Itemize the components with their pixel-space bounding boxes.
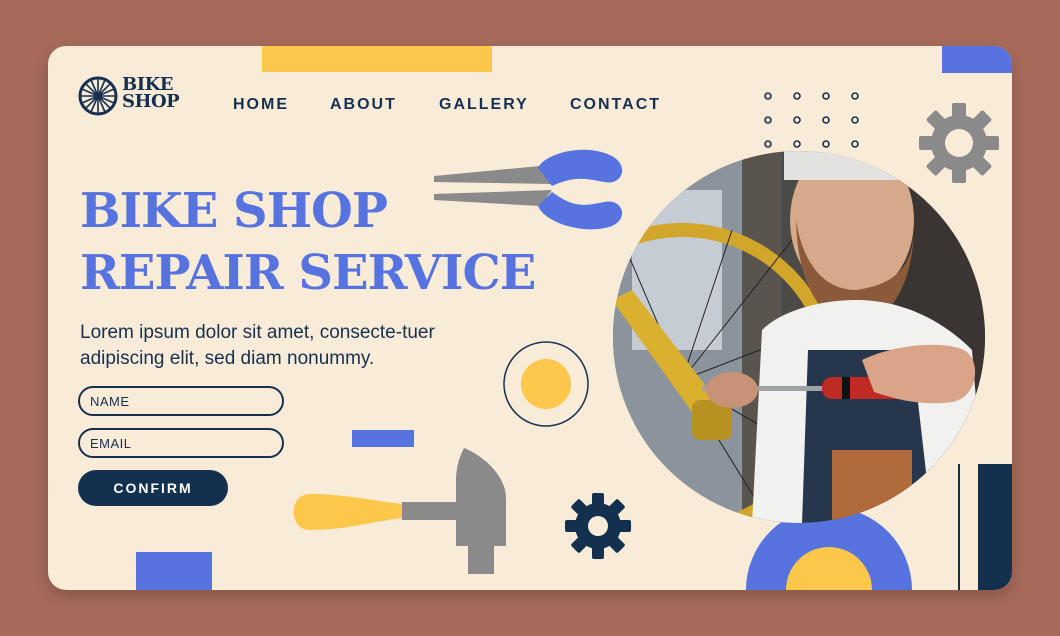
nav-home[interactable]: HOME <box>233 96 289 114</box>
hammer-icon <box>293 448 506 574</box>
brand-logo[interactable]: BIKE SHOP <box>78 76 198 116</box>
confirm-button[interactable]: CONFIRM <box>78 470 228 506</box>
hero-title-line2: REPAIR SERVICE <box>80 245 536 301</box>
nav-contact[interactable]: CONTACT <box>570 96 661 114</box>
mechanic-photo <box>613 151 985 523</box>
bicycle-wheel-logo-icon <box>78 76 118 116</box>
brand-name: BIKE SHOP <box>122 76 180 112</box>
email-input[interactable] <box>78 428 284 458</box>
deco-blue-bottom-left <box>136 552 212 590</box>
nav-gallery[interactable]: GALLERY <box>439 96 529 114</box>
brand-name-line2: SHOP <box>122 91 180 112</box>
nav-about[interactable]: ABOUT <box>330 96 397 114</box>
hero-title-line1: BIKE SHOP <box>80 183 388 239</box>
landing-card: BIKE SHOP HOME ABOUT GALLERY CONTACT BIK… <box>48 46 1012 590</box>
name-input[interactable] <box>78 386 284 416</box>
hero-title: BIKE SHOP REPAIR SERVICE <box>80 180 536 304</box>
hero-description: Lorem ipsum dolor sit amet, consecte-tue… <box>80 322 435 369</box>
deco-blue-corner <box>942 46 1012 73</box>
deco-yellow-bar <box>262 46 492 72</box>
circle-dot-decoration <box>503 341 589 427</box>
